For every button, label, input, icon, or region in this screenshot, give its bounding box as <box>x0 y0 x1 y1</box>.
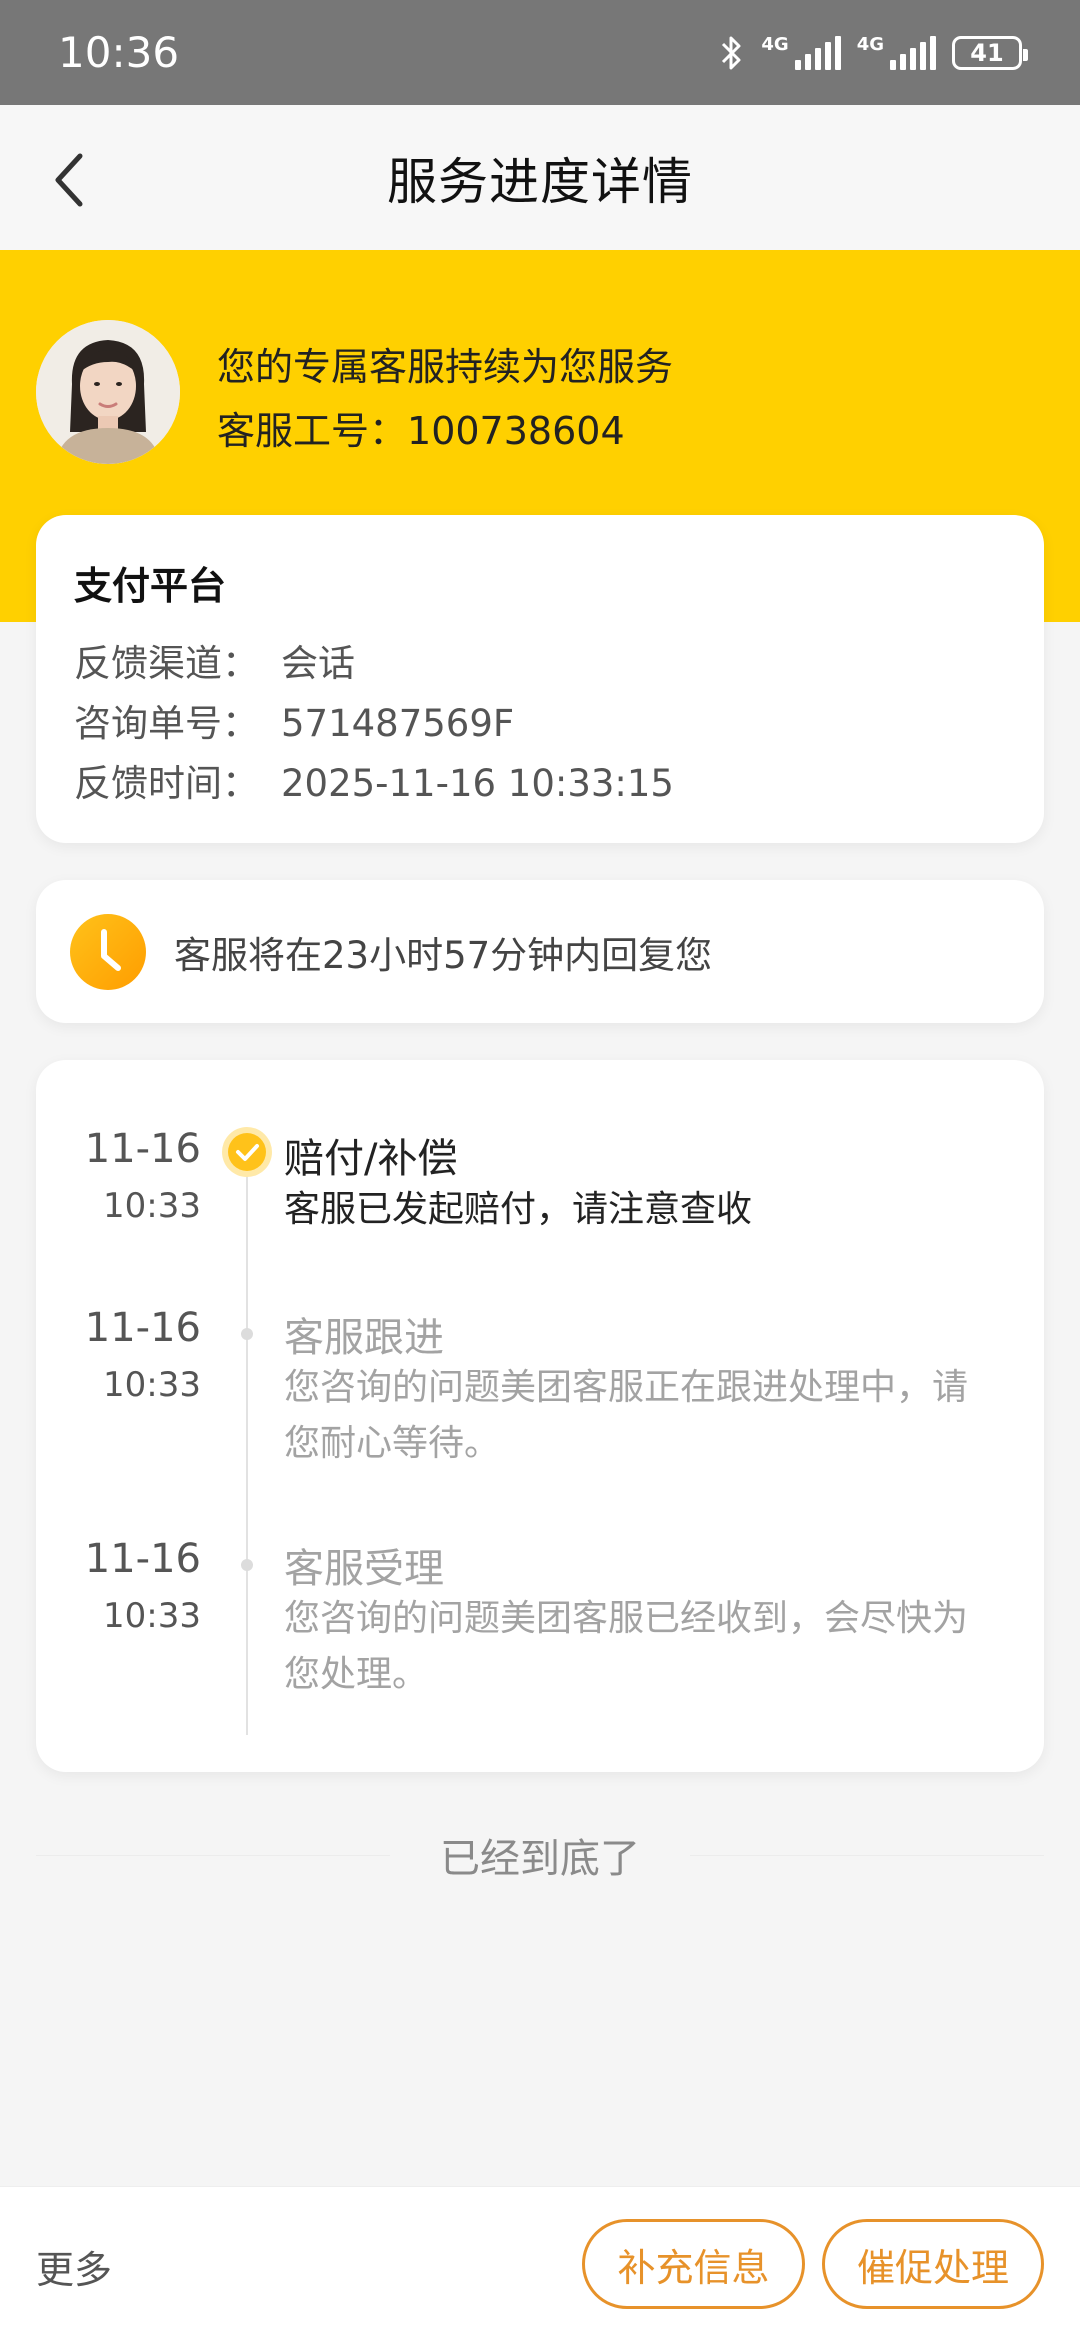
supplement-info-button[interactable]: 补充信息 <box>582 2219 805 2309</box>
timeline-date: 11-16 <box>84 1305 201 1351</box>
status-bar: 10:36 4G 4G 41 <box>0 0 1080 105</box>
agent-id: 客服工号：100738604 <box>217 400 625 455</box>
divider <box>36 1854 390 1856</box>
check-circle-icon <box>222 1127 272 1177</box>
urge-processing-button[interactable]: 催促处理 <box>822 2219 1044 2309</box>
progress-timeline-card: 11-16 10:33 赔付/补偿 客服已发起赔付，请注意查收 11-16 10… <box>36 1060 1044 1772</box>
timeline-time: 10:33 <box>103 1186 201 1226</box>
end-of-list-label: 已经到底了 <box>440 1836 640 1882</box>
colon: ： <box>222 702 259 745</box>
timeline-dot <box>241 1559 253 1571</box>
timeline-description: 客服已发起赔付，请注意查收 <box>284 1189 753 1230</box>
timeline-date: 11-16 <box>84 1536 201 1582</box>
colon: ： <box>369 409 408 453</box>
network-type: 4G <box>761 33 789 55</box>
timeline-description: 您咨询的问题美团客服已经收到，会尽快为您处理。 <box>284 1598 969 1695</box>
end-of-list: 已经到底了 <box>36 1825 1044 1885</box>
bluetooth-icon <box>722 36 741 69</box>
clock-icon <box>70 913 146 990</box>
ticket-title: 支付平台 <box>74 564 227 608</box>
chevron-left-icon <box>55 153 83 207</box>
info-row-feedback-time: 反馈时间： 2025-11-16 10:33:15 <box>74 754 1006 814</box>
back-button[interactable] <box>30 140 110 220</box>
info-value: 2025-11-16 10:33:15 <box>281 762 674 805</box>
info-label: 反馈时间 <box>74 762 222 805</box>
agent-headline: 您的专属客服持续为您服务 <box>217 345 674 389</box>
timeline-date: 11-16 <box>84 1126 201 1172</box>
agent-id-label: 客服工号 <box>217 409 370 453</box>
timeline-dot <box>241 1328 253 1340</box>
timeline-line <box>246 1160 248 1735</box>
page-title: 服务进度详情 <box>387 152 693 211</box>
info-value: 571487569F <box>281 702 515 745</box>
timeline-time: 10:33 <box>103 1596 201 1636</box>
signal-icon: 4G <box>761 33 841 70</box>
timeline-title: 赔付/补偿 <box>284 1136 458 1182</box>
reply-notice-text: 客服将在23小时57分钟内回复您 <box>174 933 713 977</box>
status-icons: 4G 4G 41 <box>717 33 1028 73</box>
bottom-action-bar: 更多 补充信息 催促处理 <box>0 2186 1080 2340</box>
status-time: 10:36 <box>58 28 180 77</box>
info-value: 会话 <box>281 642 355 685</box>
info-row-channel: 反馈渠道： 会话 <box>74 634 1006 694</box>
info-row-ticket-number: 咨询单号： 571487569F <box>74 694 1006 754</box>
timeline-time: 10:33 <box>103 1365 201 1405</box>
info-label: 反馈渠道 <box>74 642 222 685</box>
colon: ： <box>222 642 259 685</box>
battery-icon: 41 <box>952 35 1028 70</box>
agent-avatar <box>36 320 180 464</box>
info-label: 咨询单号 <box>74 702 222 745</box>
avatar-image <box>36 320 180 464</box>
reply-notice-card: 客服将在23小时57分钟内回复您 <box>36 880 1044 1023</box>
more-button[interactable]: 更多 <box>36 2239 112 2294</box>
divider <box>690 1854 1044 1856</box>
nav-bar: 服务进度详情 <box>0 105 1080 250</box>
ticket-info-card: 支付平台 反馈渠道： 会话 咨询单号： 571487569F 反馈时间： 2025-1… <box>36 515 1044 843</box>
network-type: 4G <box>856 33 884 55</box>
timeline-description: 您咨询的问题美团客服正在跟进处理中，请您耐心等待。 <box>284 1367 969 1464</box>
timeline-title: 客服受理 <box>284 1546 444 1592</box>
colon: ： <box>222 762 259 805</box>
agent-id-value: 100738604 <box>407 409 625 453</box>
timeline-title: 客服跟进 <box>284 1315 444 1361</box>
signal-icon: 4G <box>856 33 936 70</box>
battery-level: 41 <box>970 38 1004 67</box>
